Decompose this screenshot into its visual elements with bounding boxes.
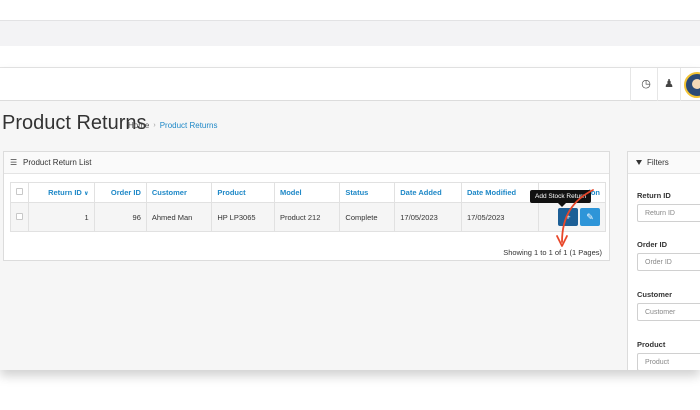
filters-header: Filters: [628, 152, 700, 174]
filter-label-order-id: Order ID: [637, 240, 668, 249]
panel-header: ☰ Product Return List: [4, 152, 609, 174]
filter-product-input[interactable]: Product: [637, 353, 700, 370]
filter-label-product: Product: [637, 340, 666, 349]
header-divider: [680, 68, 681, 101]
filter-return-id-input[interactable]: Return ID: [637, 204, 700, 222]
page-title: Product Returns: [2, 112, 147, 134]
filter-icon: [636, 160, 642, 165]
cell-date-modified: 17/05/2023: [460, 202, 539, 232]
app-window: ◷ ♟ Product Returns Home › Product Retur…: [0, 68, 700, 370]
filter-customer-input[interactable]: Customer: [637, 303, 700, 321]
annotation-arrow: [556, 189, 594, 247]
header-divider: [630, 68, 631, 101]
col-order-id[interactable]: Order ID: [93, 182, 147, 203]
filter-order-id-input[interactable]: Order ID: [637, 253, 700, 271]
col-return-id-label: Return ID: [48, 188, 82, 197]
breadcrumb-current[interactable]: Product Returns: [160, 121, 218, 130]
col-status[interactable]: Status: [339, 182, 396, 203]
select-all-cell: [10, 182, 29, 203]
filters-title: Filters: [647, 158, 669, 167]
col-date-added[interactable]: Date Added: [394, 182, 462, 203]
product-return-list-panel: ☰ Product Return List Return ID ∨ Order I…: [3, 151, 610, 261]
filter-label-customer: Customer: [637, 290, 673, 299]
filters-panel: Filters Return ID Return ID Order ID Ord…: [627, 151, 700, 370]
table-header-row: Return ID ∨ Order ID Customer Product Mod…: [10, 182, 606, 203]
history-icon[interactable]: ◷: [639, 77, 653, 91]
browser-address-bar: [0, 46, 700, 68]
returns-table: Return ID ∨ Order ID Customer Product Mod…: [10, 182, 606, 232]
cell-order-id: 96: [93, 202, 147, 232]
col-customer[interactable]: Customer: [145, 182, 213, 203]
panel-title: Product Return List: [23, 158, 92, 167]
col-model[interactable]: Model: [273, 182, 341, 203]
select-all-checkbox[interactable]: [16, 188, 23, 195]
row-checkbox[interactable]: [16, 212, 23, 220]
filter-label-return-id: Return ID: [637, 191, 671, 200]
breadcrumb: Home › Product Returns: [128, 121, 218, 130]
col-date-modified[interactable]: Date Modified: [460, 182, 539, 203]
header-divider: [657, 68, 658, 101]
cell-return-id: 1: [28, 202, 95, 232]
col-product[interactable]: Product: [211, 182, 275, 203]
cell-model: Product 212: [273, 202, 341, 232]
row-select-cell: [10, 202, 29, 232]
breadcrumb-separator: ›: [153, 122, 156, 129]
cell-product: HP LP3065: [211, 202, 275, 232]
table-row: 1 96 Ahmed Man HP LP3065 Product 212 Com…: [10, 202, 606, 232]
list-icon: ☰: [10, 158, 18, 167]
browser-tab-bar: [0, 20, 700, 46]
sort-down-icon: ∨: [83, 191, 89, 197]
breadcrumb-home[interactable]: Home: [128, 121, 149, 130]
cell-date-added: 17/05/2023: [394, 202, 462, 232]
app-header: ◷ ♟: [0, 68, 700, 101]
cell-customer: Ahmed Man: [145, 202, 213, 232]
user-icon[interactable]: ♟: [662, 77, 676, 91]
avatar[interactable]: [684, 72, 700, 98]
col-return-id[interactable]: Return ID ∨: [28, 182, 95, 203]
cell-status: Complete: [339, 202, 396, 232]
